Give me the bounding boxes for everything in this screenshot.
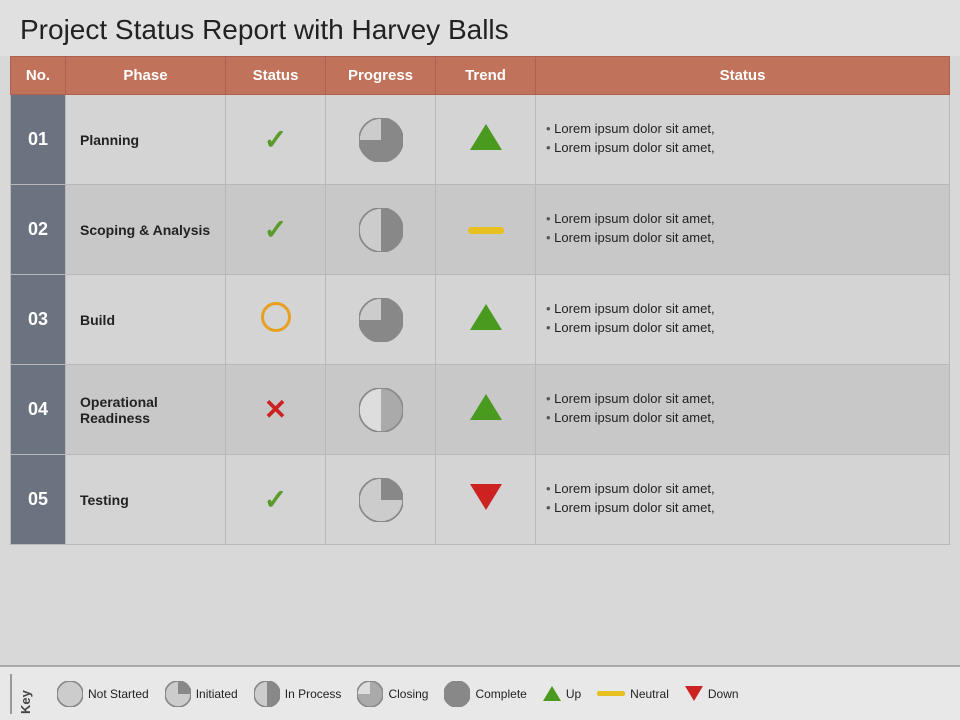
note-item: Lorem ipsum dolor sit amet, — [546, 410, 944, 425]
table-row: 01Planning✓ Lorem ipsum dolor sit amet,L… — [11, 95, 950, 185]
note-item: Lorem ipsum dolor sit amet, — [546, 211, 944, 226]
page: Project Status Report with Harvey Balls … — [0, 0, 960, 720]
col-trend: Trend — [436, 57, 536, 95]
row-trend — [436, 455, 536, 545]
row-number: 02 — [11, 185, 66, 275]
col-no: No. — [11, 57, 66, 95]
note-item: Lorem ipsum dolor sit amet, — [546, 500, 944, 515]
row-status — [226, 275, 326, 365]
col-progress: Progress — [326, 57, 436, 95]
legend-label: Up — [566, 687, 581, 701]
row-notes: Lorem ipsum dolor sit amet, Lorem ipsum d… — [536, 185, 950, 275]
row-progress — [326, 455, 436, 545]
row-number: 04 — [11, 365, 66, 455]
row-status: ✕ — [226, 365, 326, 455]
row-trend — [436, 275, 536, 365]
legend-items: Not Started Initiated In Process Closing… — [57, 681, 950, 707]
table-body: 01Planning✓ Lorem ipsum dolor sit amet,L… — [11, 95, 950, 545]
table-row: 05Testing✓ Lorem ipsum dolor sit amet,Lo… — [11, 455, 950, 545]
note-item: Lorem ipsum dolor sit amet, — [546, 121, 944, 136]
legend-up-icon — [543, 686, 561, 701]
row-notes: Lorem ipsum dolor sit amet, Lorem ipsum d… — [536, 275, 950, 365]
row-notes: Lorem ipsum dolor sit amet, Lorem ipsum d… — [536, 95, 950, 185]
trend-up-icon — [470, 394, 502, 420]
row-notes: Lorem ipsum dolor sit amet, Lorem ipsum d… — [536, 365, 950, 455]
row-progress — [326, 275, 436, 365]
legend-label: Neutral — [630, 687, 669, 701]
row-number: 01 — [11, 95, 66, 185]
table-row: 03Build Lorem ipsum dolor sit amet,Lorem… — [11, 275, 950, 365]
row-number: 05 — [11, 455, 66, 545]
row-trend — [436, 185, 536, 275]
row-number: 03 — [11, 275, 66, 365]
row-trend — [436, 365, 536, 455]
check-icon: ✓ — [264, 484, 287, 515]
row-status: ✓ — [226, 185, 326, 275]
legend-label: Complete — [475, 687, 526, 701]
row-progress — [326, 365, 436, 455]
note-item: Lorem ipsum dolor sit amet, — [546, 320, 944, 335]
table-row: 04Operational Readiness ✕ Lorem ipsum dol… — [11, 365, 950, 455]
row-phase: Build — [66, 275, 226, 365]
row-status: ✓ — [226, 95, 326, 185]
legend-label: Initiated — [196, 687, 238, 701]
note-item: Lorem ipsum dolor sit amet, — [546, 301, 944, 316]
trend-down-icon — [470, 484, 502, 510]
legend-item: Neutral — [597, 687, 669, 701]
legend-label: In Process — [285, 687, 342, 701]
table-header-row: No. Phase Status Progress Trend Status — [11, 57, 950, 95]
note-item: Lorem ipsum dolor sit amet, — [546, 391, 944, 406]
main-table: No. Phase Status Progress Trend Status 0… — [10, 56, 950, 545]
row-phase: Operational Readiness — [66, 365, 226, 455]
row-progress — [326, 185, 436, 275]
legend-item: Down — [685, 686, 739, 701]
note-item: Lorem ipsum dolor sit amet, — [546, 481, 944, 496]
row-phase: Planning — [66, 95, 226, 185]
legend-label: Closing — [388, 687, 428, 701]
legend-key-label: Key — [10, 674, 33, 714]
x-icon: ✕ — [264, 394, 287, 425]
col-status-notes: Status — [536, 57, 950, 95]
table-wrapper: No. Phase Status Progress Trend Status 0… — [0, 56, 960, 665]
row-notes: Lorem ipsum dolor sit amet, Lorem ipsum d… — [536, 455, 950, 545]
row-status: ✓ — [226, 455, 326, 545]
legend-item: Initiated — [165, 681, 238, 707]
row-trend — [436, 95, 536, 185]
col-status: Status — [226, 57, 326, 95]
row-phase: Scoping & Analysis — [66, 185, 226, 275]
table-row: 02Scoping & Analysis ✓ Lorem ipsum dolor … — [11, 185, 950, 275]
legend-label: Down — [708, 687, 739, 701]
circle-icon — [261, 302, 291, 332]
legend-neutral-icon — [597, 691, 625, 696]
legend-label: Not Started — [88, 687, 149, 701]
legend-item: Not Started — [57, 681, 149, 707]
check-icon: ✓ — [264, 214, 287, 245]
page-title: Project Status Report with Harvey Balls — [0, 0, 960, 56]
legend-item: Closing — [357, 681, 428, 707]
trend-up-icon — [470, 124, 502, 150]
legend-bar: Key Not Started Initiated In Process Clo… — [0, 665, 960, 720]
legend-item: Complete — [444, 681, 526, 707]
check-icon: ✓ — [264, 124, 287, 155]
legend-item: In Process — [254, 681, 342, 707]
legend-down-icon — [685, 686, 703, 701]
legend-item: Up — [543, 686, 581, 701]
note-item: Lorem ipsum dolor sit amet, — [546, 230, 944, 245]
note-item: Lorem ipsum dolor sit amet, — [546, 140, 944, 155]
trend-neutral-icon — [468, 227, 504, 234]
row-progress — [326, 95, 436, 185]
row-phase: Testing — [66, 455, 226, 545]
trend-up-icon — [470, 304, 502, 330]
col-phase: Phase — [66, 57, 226, 95]
